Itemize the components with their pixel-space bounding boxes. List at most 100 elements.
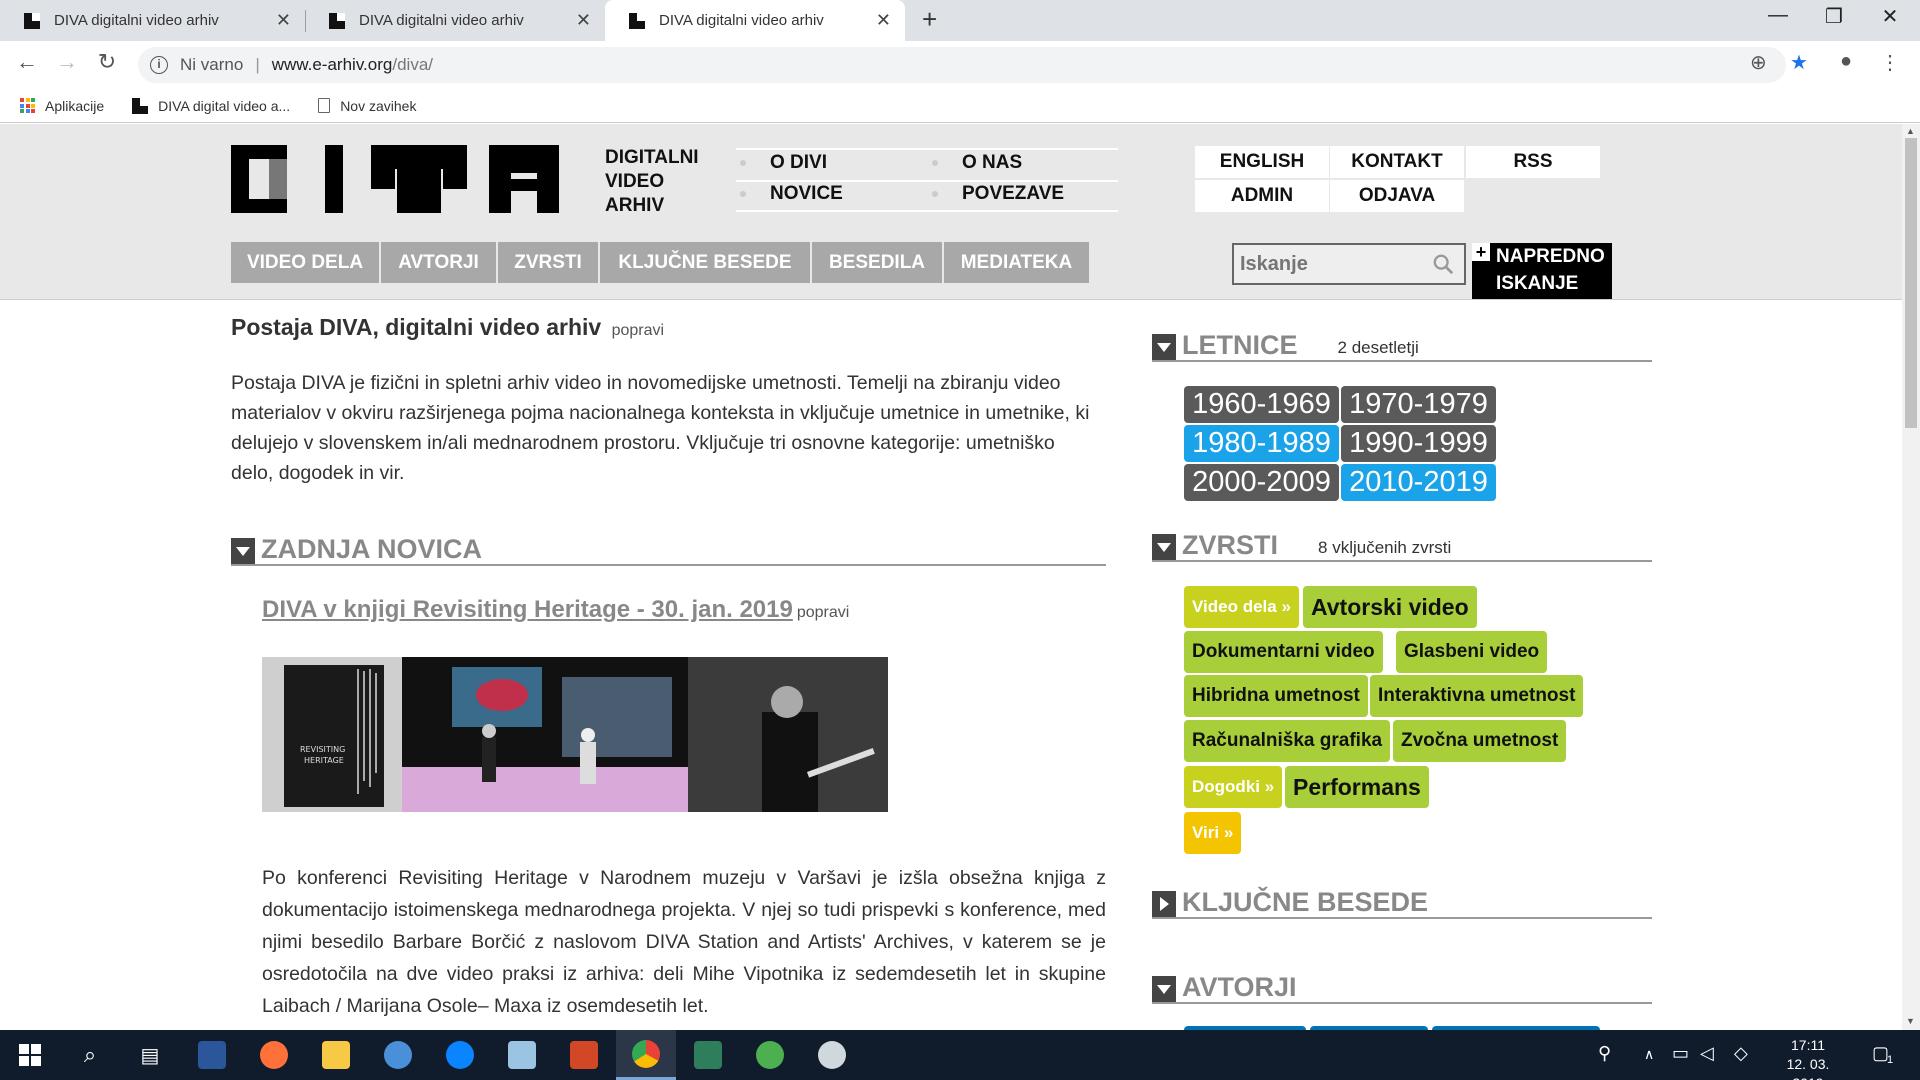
search-taskbar-icon[interactable]: ⌕ (60, 1030, 120, 1080)
bookmark-new-tab[interactable]: Nov zavihek (318, 98, 416, 114)
zoom-icon[interactable]: ⊕ (1750, 50, 1767, 75)
tray-chevron-icon[interactable]: ∧ (1644, 1046, 1654, 1063)
bookmark-diva[interactable]: DIVA digital video a... (132, 97, 290, 114)
menu-novice[interactable]: NOVICE (740, 183, 843, 205)
people-icon[interactable]: ⚲ (1598, 1043, 1611, 1064)
news-headline[interactable]: DIVA v knjigi Revisiting Heritage - 30. … (262, 596, 849, 624)
english-link[interactable]: ENGLISH (1195, 146, 1329, 178)
admin-link[interactable]: ADMIN (1195, 180, 1329, 212)
bookmark-star-icon[interactable]: ★ (1790, 50, 1808, 75)
genre-interaktivna-umetnost[interactable]: Interaktivna umetnost (1370, 675, 1584, 717)
avtorji-section-header: AVTORJI (1152, 972, 1652, 1004)
system-clock[interactable]: 17:11 12. 03. 2019 (1770, 1036, 1846, 1080)
news-headline-link[interactable]: DIVA v knjigi Revisiting Heritage - 30. … (262, 596, 793, 623)
menu-povezave[interactable]: POVEZAVE (932, 183, 1064, 205)
address-bar[interactable]: i Ni varno | www.e-arhiv.org/diva/ (138, 47, 1786, 83)
scroll-up-icon[interactable]: ▲ (1906, 126, 1915, 136)
genre-zvocna-umetnost[interactable]: Zvočna umetnost (1393, 720, 1567, 762)
menu-kebab-icon[interactable]: ⋮ (1880, 50, 1900, 75)
odjava-link[interactable]: ODJAVA (1330, 180, 1464, 212)
nav-kljucne-besede[interactable]: KLJUČNE BESEDE (600, 242, 810, 283)
app-icon[interactable] (492, 1030, 552, 1080)
browser-tab-active[interactable]: DIVA digitalni video arhiv ✕ (605, 0, 905, 41)
back-icon[interactable]: ← (12, 49, 42, 75)
nav-video-dela[interactable]: VIDEO DELA (231, 242, 379, 283)
forward-icon[interactable]: → (52, 49, 82, 75)
news-image[interactable]: REVISITING HERITAGE (262, 657, 888, 812)
genre-performans[interactable]: Performans (1285, 766, 1429, 808)
genre-avtorski-video[interactable]: Avtorski video (1303, 586, 1477, 628)
decade-1990-1999[interactable]: 1990-1999 (1341, 425, 1496, 462)
powerpoint-icon[interactable] (554, 1030, 614, 1080)
close-icon[interactable]: ✕ (276, 10, 291, 31)
rss-link[interactable]: RSS (1466, 146, 1600, 178)
diva-logo[interactable] (231, 145, 559, 213)
tab-title: DIVA digitalni video arhiv (359, 12, 524, 29)
paint-icon[interactable] (802, 1030, 862, 1080)
genre-dokumentarni-video[interactable]: Dokumentarni video (1184, 631, 1383, 673)
menu-o-nas[interactable]: O NAS (932, 152, 1022, 174)
collapse-toggle-icon[interactable] (1152, 976, 1176, 1002)
window-close-icon[interactable]: ✕ (1870, 4, 1910, 29)
info-icon[interactable]: i (150, 56, 168, 74)
genre-video-dela[interactable]: Video dela » (1184, 586, 1299, 628)
nav-besedila[interactable]: BESEDILA (812, 242, 942, 283)
edge-icon[interactable] (430, 1030, 490, 1080)
edit-link[interactable]: popravi (797, 604, 849, 622)
plus-icon: + (1472, 243, 1490, 261)
menu-divider (736, 148, 1118, 150)
network-icon[interactable]: ▭ (1672, 1043, 1689, 1064)
decade-1960-1969[interactable]: 1960-1969 (1184, 386, 1339, 423)
nav-zvrsti[interactable]: ZVRSTI (498, 242, 598, 283)
browser-tab[interactable]: DIVA digitalni video arhiv ✕ (0, 0, 305, 41)
nav-avtorji[interactable]: AVTORJI (381, 242, 496, 283)
search-input[interactable] (1240, 252, 1420, 276)
decade-2010-2019[interactable]: 2010-2019 (1341, 464, 1496, 501)
genre-dogodki[interactable]: Dogodki » (1184, 766, 1283, 808)
restore-icon[interactable]: ❐ (1814, 4, 1854, 29)
decade-1970-1979[interactable]: 1970-1979 (1341, 386, 1496, 423)
genre-viri[interactable]: Viri » (1184, 812, 1242, 854)
menu-o-divi[interactable]: O DIVI (740, 152, 827, 174)
word-icon[interactable] (182, 1030, 242, 1080)
app-icon[interactable] (678, 1030, 738, 1080)
decade-1980-1989[interactable]: 1980-1989 (1184, 425, 1339, 462)
firefox-icon[interactable] (244, 1030, 304, 1080)
nav-mediateka[interactable]: MEDIATEKA (944, 242, 1089, 283)
kontakt-link[interactable]: KONTAKT (1330, 146, 1464, 178)
app-icon[interactable] (740, 1030, 800, 1080)
page-scrollbar[interactable]: ▲ ▼ (1902, 124, 1920, 1030)
genre-hibridna-umetnost[interactable]: Hibridna umetnost (1184, 675, 1368, 717)
bookmark-apps[interactable]: Aplikacije (20, 98, 104, 114)
genre-racunalniska-grafika[interactable]: Računalniška grafika (1184, 720, 1391, 762)
minimize-icon[interactable]: — (1758, 4, 1798, 27)
reload-icon[interactable]: ↻ (92, 49, 122, 75)
new-tab-icon[interactable]: + (922, 4, 937, 35)
profile-icon[interactable]: ● (1840, 50, 1852, 73)
app-icon[interactable] (368, 1030, 428, 1080)
advanced-search-button[interactable]: + NAPREDNO ISKANJE (1472, 243, 1612, 299)
task-view-icon[interactable]: ▤ (120, 1030, 180, 1080)
search-icon[interactable] (1432, 253, 1454, 275)
scrollbar-thumb[interactable] (1905, 138, 1917, 428)
file-explorer-icon[interactable] (306, 1030, 366, 1080)
expand-toggle-icon[interactable] (1152, 891, 1176, 917)
close-icon[interactable]: ✕ (876, 10, 891, 31)
url-host: www.e-arhiv.org (271, 55, 393, 74)
genre-glasbeni-video[interactable]: Glasbeni video (1396, 631, 1548, 673)
collapse-toggle-icon[interactable] (1152, 534, 1176, 560)
edit-link[interactable]: popravi (612, 322, 664, 339)
close-icon[interactable]: ✕ (576, 10, 591, 31)
decade-2000-2009[interactable]: 2000-2009 (1184, 464, 1339, 501)
notification-count: 1 (1887, 1054, 1894, 1066)
apps-grid-icon (20, 98, 35, 113)
browser-tab[interactable]: DIVA digitalni video arhiv ✕ (305, 0, 605, 41)
windows-taskbar: ⌕ ▤ ⚲ ∧ ▭ ◁ ◇ 17:11 12. 03. 2019 ▢ 1 (0, 1030, 1920, 1080)
collapse-toggle-icon[interactable] (231, 538, 255, 564)
scroll-down-icon[interactable]: ▼ (1906, 1016, 1915, 1026)
dropbox-icon[interactable]: ◇ (1734, 1043, 1748, 1064)
volume-icon[interactable]: ◁ (1700, 1043, 1714, 1064)
collapse-toggle-icon[interactable] (1152, 334, 1176, 360)
chrome-icon[interactable] (616, 1030, 676, 1080)
start-icon[interactable] (0, 1030, 60, 1080)
